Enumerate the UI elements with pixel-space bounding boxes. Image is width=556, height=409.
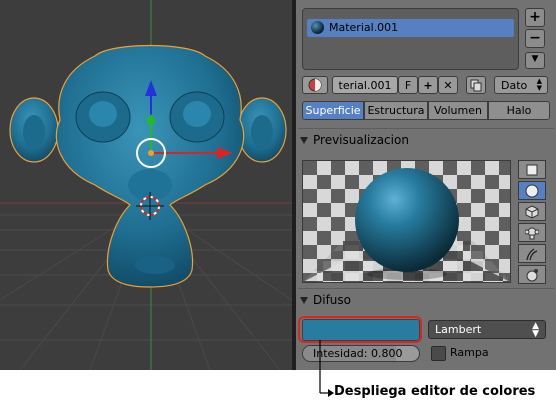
hair-icon (526, 248, 538, 261)
highlight-box (298, 316, 422, 343)
copy-material-button[interactable] (466, 76, 486, 94)
sky-icon (526, 269, 538, 282)
diffuse-section-header[interactable]: Difuso (300, 293, 552, 307)
updown-arrows-icon: ▲ ▼ (536, 77, 542, 92)
collapse-triangle-icon (300, 297, 308, 304)
down-triangle-icon: ▼ (531, 54, 539, 64)
link-mode-dropdown[interactable]: Dato ▲ ▼ (494, 76, 548, 94)
annotation-caption: Despliega editor de colores (334, 384, 536, 399)
preview-hair-button[interactable] (518, 244, 546, 263)
fake-user-button[interactable]: F (398, 76, 418, 94)
preview-sphere (355, 168, 459, 272)
plane-icon (526, 164, 538, 176)
plus-icon: + (529, 9, 541, 25)
tab-volumen[interactable]: Volumen (428, 101, 488, 120)
preview-header-label: Previsualizacion (313, 133, 409, 147)
preview-cube-button[interactable] (518, 202, 546, 221)
material-slot-item[interactable]: Material.001 (307, 19, 514, 37)
link-mode-value: Dato (501, 79, 528, 92)
diffuse-shader-dropdown[interactable]: Lambert ▲ ▼ (428, 320, 546, 339)
preview-section-header[interactable]: Previsualizacion (300, 133, 552, 147)
divider (298, 128, 554, 129)
preview-plane-button[interactable] (518, 160, 546, 179)
unlink-material-button[interactable]: ✕ (438, 76, 458, 94)
new-material-button[interactable]: + (418, 76, 438, 94)
minus-icon: − (529, 30, 541, 46)
material-name-field[interactable]: terial.001 (332, 76, 398, 94)
remove-slot-button[interactable]: − (525, 29, 545, 48)
material-browse-icon (308, 78, 322, 92)
preview-monkey-button[interactable] (518, 223, 546, 242)
ramp-label: Rampa (450, 346, 489, 359)
divider (298, 288, 554, 289)
diffuse-header-label: Difuso (313, 293, 351, 307)
tab-estructura[interactable]: Estructura (364, 101, 428, 120)
plus-icon: + (423, 79, 433, 92)
sphere-icon (525, 184, 539, 198)
browse-material-button[interactable] (302, 76, 328, 94)
diffuse-shader-value: Lambert (435, 323, 482, 336)
viewport-canvas (0, 0, 292, 370)
copy-icon (470, 79, 482, 92)
material-slot-list[interactable]: Material.001 (302, 8, 519, 70)
cube-icon (525, 205, 539, 219)
monkey-icon (524, 227, 540, 240)
material-type-tabs: Superficie Estructura Volumen Halo (302, 101, 550, 120)
material-slot-label: Material.001 (329, 21, 399, 34)
close-icon: ✕ (443, 79, 453, 92)
material-preview (302, 160, 511, 283)
material-properties-panel: Material.001 + − ▼ terial.001 F + ✕ Dato… (296, 0, 556, 370)
3d-viewport[interactable] (0, 0, 292, 370)
tab-superficie[interactable]: Superficie (302, 101, 364, 120)
add-slot-button[interactable]: + (525, 8, 545, 27)
updown-arrows-icon: ▲ ▼ (532, 321, 539, 339)
preview-sky-button[interactable] (518, 265, 546, 284)
preview-sphere-button[interactable] (518, 181, 546, 200)
ramp-checkbox[interactable] (431, 346, 446, 361)
material-sphere-icon (311, 21, 324, 34)
tab-halo[interactable]: Halo (488, 101, 550, 120)
datablock-row: terial.001 F + ✕ Dato ▲ ▼ (302, 76, 552, 94)
slot-specials-button[interactable]: ▼ (525, 52, 545, 69)
preview-render (303, 161, 510, 282)
collapse-triangle-icon (300, 137, 308, 144)
